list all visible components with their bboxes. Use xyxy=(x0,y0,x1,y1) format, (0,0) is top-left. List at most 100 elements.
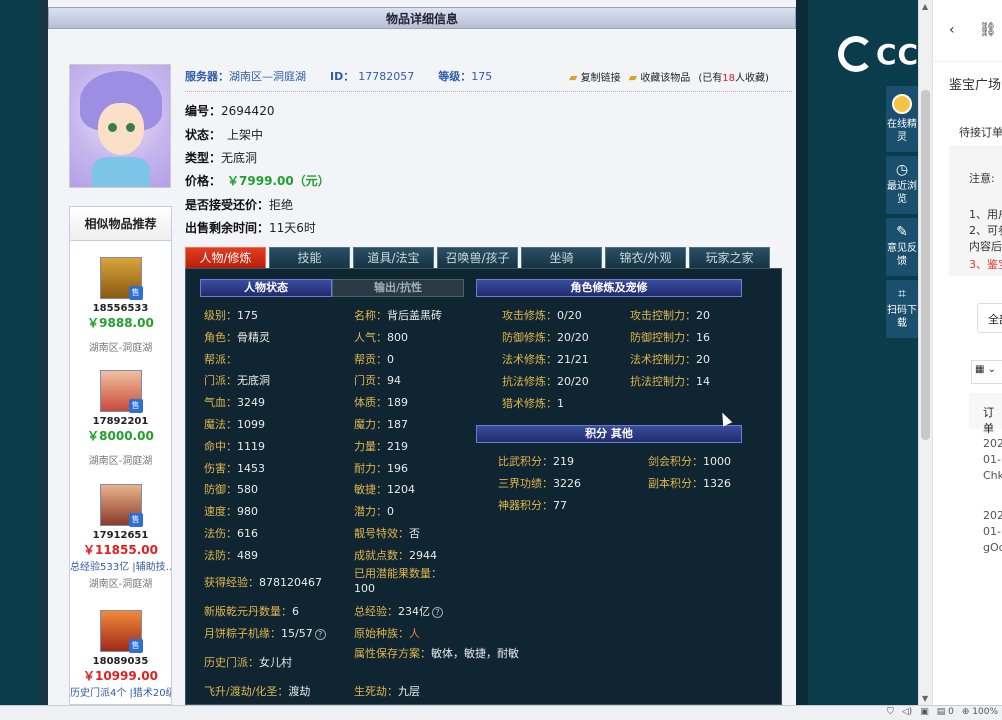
favorite-button[interactable]: ▰ 收藏该物品 xyxy=(629,69,691,84)
cultivation-row: 猎术修炼：1 xyxy=(502,397,564,410)
stat-mid-row: 名称：背后盖黑砖 xyxy=(354,309,442,322)
stat-attr: 属性保存方案：敏体，敏捷，耐敏 xyxy=(354,647,519,660)
tab-appearance[interactable]: 锦衣/外观 xyxy=(605,247,686,268)
scan-icon: ⌗ xyxy=(898,286,906,302)
stat-left-row: 气血：3249 xyxy=(204,396,265,410)
stat-total-exp: 总经验：234亿? xyxy=(354,603,443,619)
tab-character[interactable]: 人物/修炼 xyxy=(185,247,266,268)
scan-download-button[interactable]: ⌗ 扫码下载 xyxy=(886,280,918,338)
stat-left-row: 角色：骨精灵 xyxy=(204,330,270,344)
similar-item-avatar[interactable]: 售 xyxy=(99,257,143,300)
grid-icon: ▦ ⌄ xyxy=(975,364,997,375)
similar-item-avatar[interactable]: 售 xyxy=(99,370,143,413)
left-background xyxy=(0,0,40,705)
stat-mid-row: 潜力：0 xyxy=(354,505,394,519)
stat-mid-row: 帮贡：0 xyxy=(354,352,394,366)
zoom-level[interactable]: ⊕ 100% xyxy=(962,707,998,717)
character-portrait xyxy=(69,64,171,188)
order-cell[interactable]: 20201-gOd xyxy=(983,508,1002,556)
help-icon[interactable]: ? xyxy=(314,629,326,640)
view-toggle[interactable]: ▦ ⌄ xyxy=(971,360,1002,384)
stat-mid-row: 体质：189 xyxy=(354,396,408,410)
stat-mid-row: 门贡：94 xyxy=(354,374,401,388)
similar-item[interactable]: 售 17892201 ￥8000.00 湖南区-洞庭湖 xyxy=(70,370,171,467)
volume-icon[interactable]: ◁) xyxy=(902,707,912,717)
back-icon[interactable]: ‹ xyxy=(949,22,955,38)
stat-race: 原始种族：人 xyxy=(354,627,420,640)
stat-fly: 飞升/渡劫/化圣：渡劫 xyxy=(204,685,311,698)
favorite-count: (已有18人收藏) xyxy=(698,73,769,84)
similar-item[interactable]: 售 18556533 ￥9888.00 湖南区-洞庭湖 xyxy=(70,257,171,354)
stat-left-row: 法防：489 xyxy=(204,548,258,562)
control-row: 防御控制力：16 xyxy=(630,331,710,344)
scroll-down-icon[interactable]: ▼ xyxy=(922,694,928,703)
header-divider xyxy=(185,91,792,92)
feedback-button[interactable]: ✎ 意见反馈 xyxy=(886,218,918,276)
detail-tabs: 人物/修炼 技能 道具/法宝 召唤兽/孩子 坐骑 锦衣/外观 玩家之家 xyxy=(185,247,770,268)
stat-history: 历史门派：女儿村 xyxy=(204,656,292,669)
online-helper-button[interactable]: 在线精灵 xyxy=(886,86,918,152)
scroll-up-icon[interactable]: ▲ xyxy=(922,2,928,11)
tab-mounts[interactable]: 坐骑 xyxy=(521,247,602,268)
section-points: 积分 其他 xyxy=(476,425,742,443)
stat-exp: 获得经验：878120467 xyxy=(204,576,322,589)
stat-qiankun: 新版乾元丹数量：6 xyxy=(204,605,299,618)
item-number: 编号：2694420 xyxy=(185,104,275,118)
link-icon[interactable]: ⛓ xyxy=(979,22,997,38)
scroll-thumb[interactable] xyxy=(921,90,930,440)
similar-item[interactable]: 售 18089035 ￥10999.00 历史门派4个 |猎术20级 xyxy=(70,610,171,699)
points-row: 副本积分：1326 xyxy=(648,477,731,490)
save-icon[interactable]: ▣ xyxy=(920,707,929,717)
tab-items[interactable]: 道具/法宝 xyxy=(353,247,434,268)
cultivation-row: 防御修炼：20/20 xyxy=(502,331,589,344)
stat-potential: 已用潜能果数量： 100 xyxy=(354,567,442,595)
section-status[interactable]: 人物状态 xyxy=(200,279,332,297)
stat-left-row: 命中：1119 xyxy=(204,439,265,453)
stat-left-row: 速度：980 xyxy=(204,505,258,519)
pending-orders-tab[interactable]: 待接订单 xyxy=(959,124,1002,140)
similar-items-title: 相似物品推荐 xyxy=(70,207,171,241)
stat-mid-row: 敏捷：1204 xyxy=(354,483,415,497)
item-remaining-time: 出售剩余时间：11天6时 xyxy=(185,221,316,235)
stat-left-row: 魔法：1099 xyxy=(204,418,265,431)
tab-home[interactable]: 玩家之家 xyxy=(689,247,770,268)
copy-link-button[interactable]: ▰ 复制链接 xyxy=(569,69,621,84)
stat-mid-row: 成就点数：2944 xyxy=(354,548,437,562)
system-tray: ⛉ ◁) ▣ ▤ 0 ⊕ 100% xyxy=(887,707,998,717)
control-row: 攻击控制力：20 xyxy=(630,309,710,322)
stat-mid-row: 力量：219 xyxy=(354,439,408,453)
item-counter-offer: 是否接受还价：拒绝 xyxy=(185,198,294,212)
stat-mid-row: 耐力：196 xyxy=(354,461,408,475)
similar-item-avatar[interactable]: 售 xyxy=(99,484,143,527)
shield-icon[interactable]: ⛉ xyxy=(887,707,894,717)
stat-left-row: 帮派： xyxy=(204,352,237,366)
logo-icon xyxy=(838,36,874,72)
tab-pets[interactable]: 召唤兽/孩子 xyxy=(437,247,518,268)
panel-toolbar: ‹ ⛓ xyxy=(933,0,1002,62)
section-cultivation: 角色修炼及宠修 xyxy=(476,279,742,297)
server-value: 湖南区—洞庭湖 xyxy=(229,70,306,83)
points-row: 比武积分：219 xyxy=(498,455,574,468)
section-output[interactable]: 输出/抗性 xyxy=(332,279,464,297)
item-type: 类型：无底洞 xyxy=(185,151,258,165)
copy-icon: ▰ xyxy=(569,71,578,84)
taskbar: ⛉ ◁) ▣ ▤ 0 ⊕ 100% xyxy=(0,705,1002,720)
help-icon[interactable]: ? xyxy=(432,607,443,618)
stack-icon: ▤ xyxy=(936,707,946,717)
points-row: 剑会积分：1000 xyxy=(648,455,731,468)
stat-mid-row: 魔力：187 xyxy=(354,418,408,431)
tab-skills[interactable]: 技能 xyxy=(269,247,350,268)
filter-select[interactable]: 全部 xyxy=(977,303,1002,333)
cultivation-row: 抗法修炼：20/20 xyxy=(502,375,589,388)
similar-item-avatar[interactable]: 售 xyxy=(99,610,143,653)
page-scrollbar[interactable]: ▲ ▼ xyxy=(918,0,932,705)
similar-items-panel: 相似物品推荐 售 18556533 ￥9888.00 湖南区-洞庭湖 售 178… xyxy=(69,206,172,705)
order-cell[interactable]: 202 01- Chk xyxy=(983,436,1002,484)
counter[interactable]: ▤ 0 xyxy=(937,707,954,717)
similar-item[interactable]: 售 17912651 ￥11855.00 总经验533亿 |辅助技… 湖南区-洞… xyxy=(70,484,171,590)
item-actions: ▰ 复制链接 ▰ 收藏该物品 (已有18人收藏) xyxy=(569,69,769,84)
recent-browse-button[interactable]: ◷ 最近浏览 xyxy=(886,156,918,214)
zoom-icon: ⊕ xyxy=(961,707,970,717)
stat-left-row: 伤害：1453 xyxy=(204,461,265,475)
stat-zongzi: 月饼粽子机缘：15/57? xyxy=(204,625,326,641)
